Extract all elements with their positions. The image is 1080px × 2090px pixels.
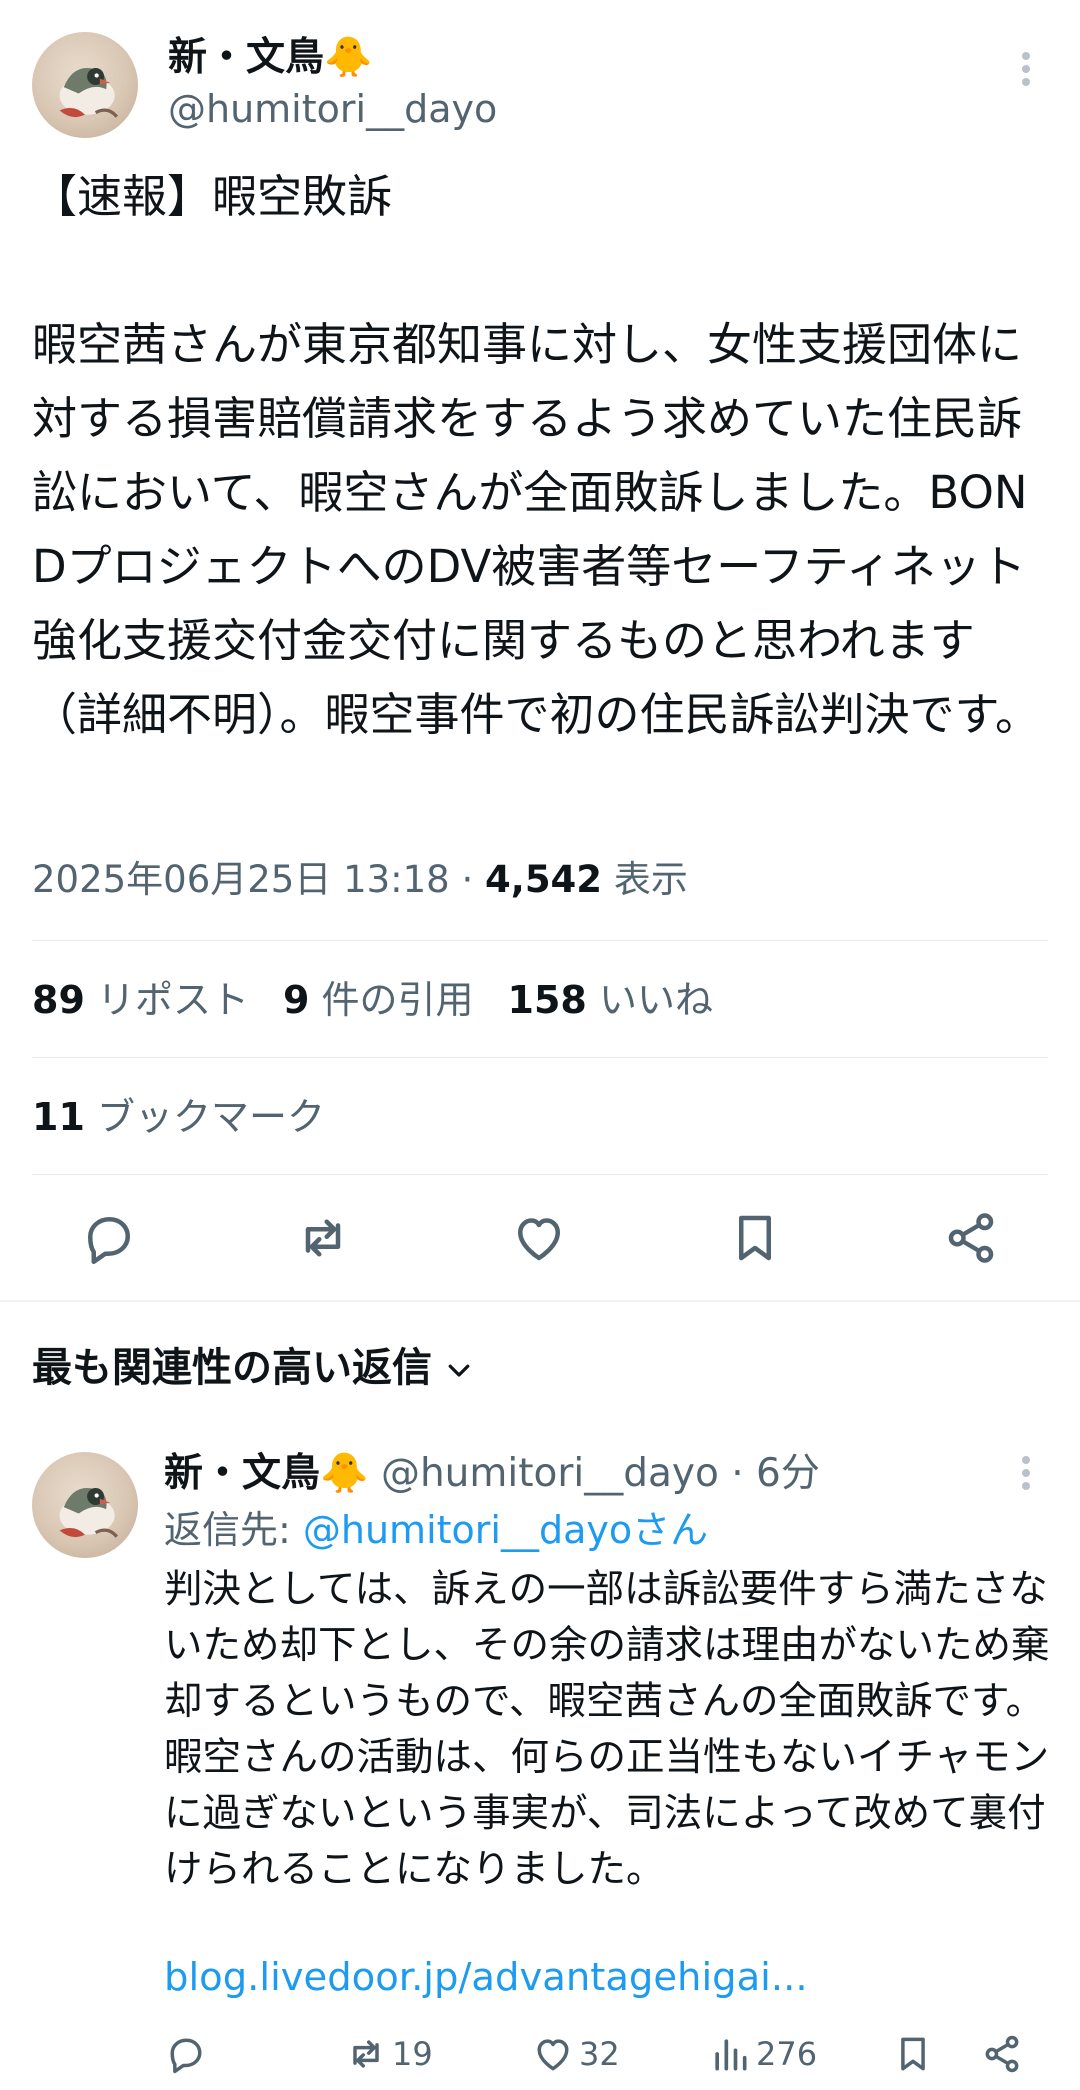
divider [32,1174,1048,1175]
reply-repost-button[interactable]: 19 [344,2024,433,2080]
reply-like-count: 32 [579,2035,620,2073]
reply-to-line: 返信先: @humitori__dayoさん [164,1502,708,1558]
reply-views-button[interactable]: 276 [708,2024,817,2080]
like-icon [537,2039,569,2071]
reply-repost-count: 19 [392,2035,433,2073]
quotes-count: 9 [282,978,310,1022]
replies-section-title: 最も関連性の高い返信 [32,1345,432,1391]
reply-views-count: 276 [756,2035,818,2073]
author-avatar[interactable] [32,32,138,138]
likes-stat[interactable]: 158 いいね [508,978,713,1022]
reply-handle-time[interactable]: @humitori__dayo · 6分 [369,1451,820,1496]
author-handle[interactable]: @humitori__dayo [168,84,497,134]
reply-more-options-icon[interactable] [1010,1456,1042,1496]
tweet-text: 【速報】暇空敗訴 暇空茜さんが東京都知事に対し、女性支援団体に対する損害賠償請求… [32,170,1041,741]
bookmark-button[interactable] [725,1208,785,1268]
bookmarks-count: 11 [32,1095,85,1139]
reposts-stat[interactable]: 89 リポスト [32,978,249,1022]
reply-icon [88,1217,130,1264]
bookmarks-stat[interactable]: 11 ブックマーク [32,1089,325,1145]
reply-header: 新・文鳥🐥 @humitori__dayo · 6分 [164,1446,820,1502]
repost-button[interactable] [293,1208,353,1268]
views-bar-chart-icon [715,2039,747,2071]
views-count: 4,542 [485,858,603,901]
section-divider [0,1300,1080,1302]
quotes-stat[interactable]: 9 件の引用 [283,978,474,1022]
reply-icon [170,2038,202,2074]
reply-bookmark-button[interactable] [891,2024,935,2080]
tweet-detail-page: 新・文鳥🐥 @humitori__dayo 【速報】暇空敗訴 暇空茜さんが東京都… [0,0,1080,2090]
engagement-stats: 89 リポスト 9 件の引用 158 いいね [32,972,713,1028]
repost-icon [305,1219,341,1257]
repost-icon [353,2040,379,2068]
reply-to-prefix: 返信先: [164,1508,303,1552]
like-button[interactable] [509,1208,569,1268]
reply-author-avatar[interactable] [32,1452,138,1558]
share-icon [948,1213,994,1263]
divider [32,940,1048,941]
bookmarks-label: ブックマーク [84,1095,325,1139]
quotes-label: 件の引用 [309,978,474,1022]
chevron-down-icon [448,1364,470,1377]
reply-text: 判決としては、訴えの一部は訴訟要件すら満たさないため却下とし、その余の請求は理由… [164,1567,1050,1892]
likes-count: 158 [507,978,587,1022]
tweet-meta: 2025年06月25日 13:18 · 4,542 表示 [32,852,688,908]
reply-author-name[interactable]: 新・文鳥🐥 [164,1451,369,1496]
bookmark-icon [739,1215,771,1261]
bird-avatar-image [59,1488,119,1538]
reply-button[interactable] [79,1208,139,1268]
bird-avatar-image [59,68,119,118]
author-name[interactable]: 新・文鳥🐥 [168,32,373,84]
replies-sort-toggle[interactable]: 最も関連性の高い返信 [32,1340,474,1396]
bookmark-icon [901,2037,925,2071]
reply-like-button[interactable]: 32 [531,2024,620,2080]
share-button[interactable] [941,1208,1001,1268]
tweet-timestamp[interactable]: 2025年06月25日 13:18 [32,858,450,901]
meta-separator: · [449,858,486,901]
more-options-icon[interactable] [1010,52,1042,92]
share-icon [985,2035,1019,2073]
reply-reply-button[interactable] [164,2024,208,2080]
likes-label: いいね [586,978,713,1022]
reply-to-handle-link[interactable]: @humitori__dayoさん [303,1508,708,1552]
views-label: 表示 [602,858,688,901]
reposts-label: リポスト [84,978,249,1022]
reposts-count: 89 [32,978,85,1022]
reply-external-link[interactable]: blog.livedoor.jp/advantagehigai... [164,1950,808,2006]
reply-share-button[interactable] [980,2024,1024,2080]
divider [32,1057,1048,1058]
like-icon [518,1218,560,1261]
